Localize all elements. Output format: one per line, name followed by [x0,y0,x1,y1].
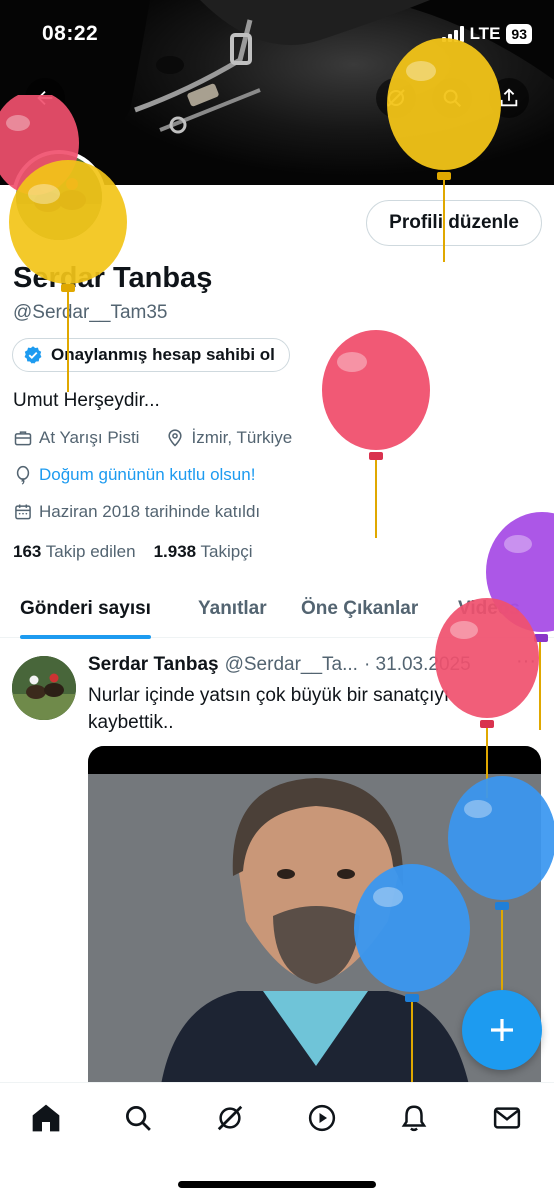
following-link[interactable]: 163 Takip edilen [13,542,136,562]
search-button[interactable] [432,78,472,118]
tab-videos[interactable]: Videos [458,580,520,638]
nav-grok[interactable] [213,1101,247,1135]
get-verified-label: Onaylanmış hesap sahibi ol [51,345,275,364]
tab-posts[interactable]: Gönderi sayısı [20,580,151,639]
post-avatar-image [12,656,76,720]
followers-count: 1.938 [153,542,197,561]
search-icon [126,1106,151,1131]
calendar-icon [15,504,31,520]
home-icon [32,1104,60,1132]
avatar-horse-race-image [16,154,102,240]
following-label: Takip edilen [45,542,136,561]
search-icon [443,89,461,107]
profile-bio: Umut Herşeydir... [13,390,160,411]
tab-highlights[interactable]: Öne Çıkanlar [301,580,418,638]
grok-button[interactable] [376,78,416,118]
home-indicator [178,1181,376,1188]
briefcase-icon [14,431,32,446]
get-verified-button[interactable]: Onaylanmış hesap sahibi ol [12,338,290,372]
grok-icon [217,1105,243,1131]
status-bar: 08:22 LTE 93 [0,0,554,70]
tab-replies[interactable]: Yanıtlar [198,580,267,638]
profile-meta-joined: Haziran 2018 tarihinde katıldı [13,502,260,522]
network-type: LTE [469,24,501,43]
compose-post-button[interactable] [462,990,542,1070]
follow-stats: 163 Takip edilen 1.938 Takipçi [13,542,253,562]
profile-meta-category-location: At Yarışı Pisti İzmir, Türkiye [13,428,292,448]
status-time: 08:22 [42,22,99,45]
location-icon [168,429,183,447]
profile-name: Serdar Tanbaş [13,262,213,294]
birthday-link[interactable]: Doğum gününün kutlu olsun! [39,465,255,485]
followers-label: Takipçi [200,542,253,561]
balloon-icon [16,465,30,485]
post-date: · 31.03.2025 [363,654,471,675]
nav-search[interactable] [121,1101,155,1135]
notifications-icon [401,1105,427,1132]
plus-icon [491,1019,513,1041]
verified-badge-icon [24,346,42,364]
share-button[interactable] [489,78,529,118]
post-avatar[interactable] [12,656,76,720]
profile-joined-date: Haziran 2018 tarihinde katıldı [39,502,261,521]
post-more-button[interactable]: ··· [516,650,536,673]
battery-level: 93 [506,24,532,44]
followers-link[interactable]: 1.938 Takipçi [154,542,253,562]
profile-location: İzmir, Türkiye [191,428,293,447]
post-author-handle: @Serdar__Ta... [224,654,358,675]
post-author-name[interactable]: Serdar Tanbaş [88,654,219,676]
nav-messages[interactable] [490,1101,524,1135]
messages-icon [493,1107,521,1129]
grok-icon [387,89,405,107]
post-header: Serdar Tanbaş @Serdar__Ta... · 31.03.202… [88,654,471,676]
back-arrow-icon [37,90,53,106]
signal-icon [441,26,464,42]
nav-home[interactable] [29,1101,63,1135]
back-button[interactable] [25,78,65,118]
edit-profile-button[interactable]: Profili düzenle [366,200,542,246]
status-indicators: LTE 93 [441,24,532,44]
profile-category: At Yarışı Pisti [39,428,140,447]
balloon-pink-center [322,330,430,538]
nav-notifications[interactable] [397,1101,431,1135]
following-count: 163 [13,542,42,561]
nav-video[interactable] [305,1101,339,1135]
post-text: Nurlar içinde yatsın çok büyük bir sanat… [88,685,450,733]
share-icon [500,88,518,107]
profile-meta-birthday: Doğum gününün kutlu olsun! [13,465,255,485]
video-icon [308,1104,336,1132]
profile-tabs: Gönderi sayısı Yanıtlar Öne Çıkanlar Vid… [0,580,554,639]
profile-avatar[interactable] [12,150,106,244]
profile-handle: @Serdar__Tam35 [13,302,168,323]
